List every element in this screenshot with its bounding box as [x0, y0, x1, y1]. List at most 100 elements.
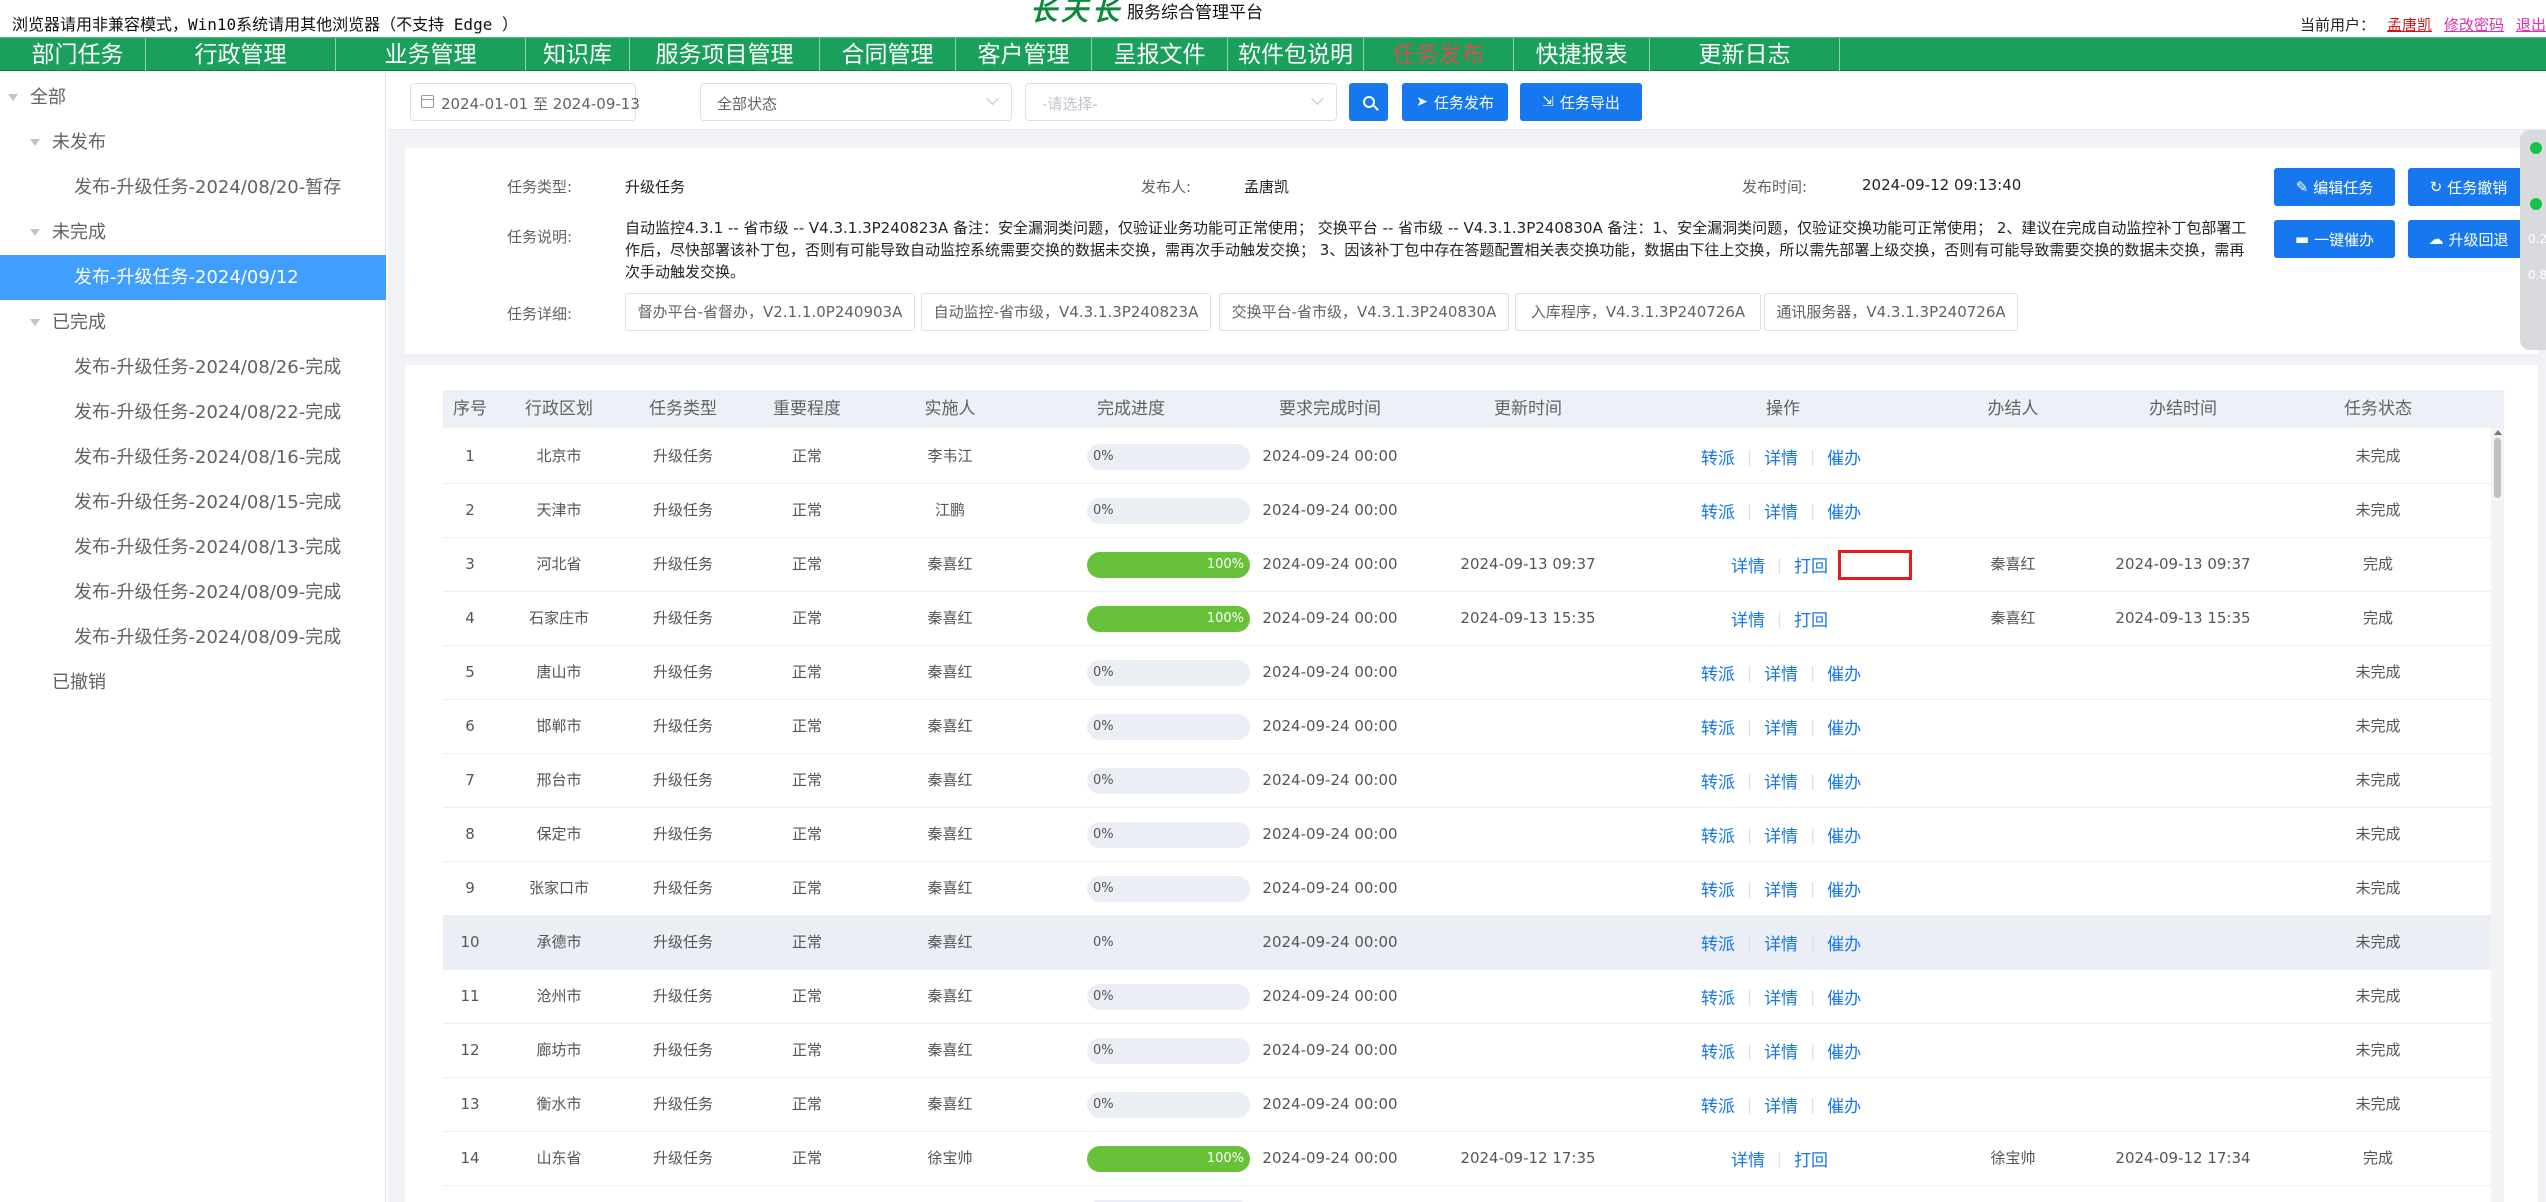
detail-link[interactable]: 详情 [1764, 822, 1798, 847]
urge-link[interactable]: 催办 [1827, 1038, 1861, 1063]
caret-down-icon[interactable] [30, 139, 40, 146]
detail-link[interactable]: 详情 [1731, 1146, 1765, 1171]
table-row[interactable]: 13 衡水市 升级任务 正常 秦喜红 2024-09-24 00:00 未完成 0% 转派 | 详情… [443, 1078, 2491, 1132]
transfer-link[interactable]: 转派 [1701, 1092, 1735, 1117]
current-user-name[interactable]: 孟唐凯 [2387, 14, 2432, 35]
urge-link[interactable]: 催办 [1827, 660, 1861, 685]
transfer-link[interactable]: 转派 [1701, 768, 1735, 793]
nav-item[interactable]: 知识库 [526, 38, 630, 71]
detail-link[interactable]: 详情 [1764, 876, 1798, 901]
nav-item[interactable]: 行政管理 [146, 38, 336, 71]
table-row[interactable]: 12 廊坊市 升级任务 正常 秦喜红 2024-09-24 00:00 未完成 0% 转派 | 详情… [443, 1024, 2491, 1078]
table-row[interactable]: 15济南市升级任务正常王家宾2024-09-24 00:00未完成0%转派|详情… [443, 1186, 2491, 1202]
task-detail-tag[interactable]: 通讯服务器，V4.3.1.3P240726A [1764, 293, 2018, 331]
urge-link[interactable]: 催办 [1827, 714, 1861, 739]
print-link[interactable]: 打回 [1794, 606, 1828, 631]
sidebar-tree-item[interactable]: 发布-升级任务-2024/08/16-完成 [0, 435, 386, 480]
rollback-button[interactable]: ☁ 升级回退 [2408, 220, 2529, 258]
sidebar-tree-item[interactable]: 已撤销 [0, 660, 386, 705]
sidebar-tree-item[interactable]: 未完成 [0, 210, 386, 255]
edit-task-button[interactable]: ✎ 编辑任务 [2274, 168, 2395, 206]
table-row[interactable]: 1 北京市 升级任务 正常 李韦江 2024-09-24 00:00 未完成 0% 转派 | 详情 |… [443, 430, 2491, 484]
detail-link[interactable]: 详情 [1731, 606, 1765, 631]
change-password-link[interactable]: 修改密码 [2444, 14, 2504, 35]
detail-link[interactable]: 详情 [1764, 930, 1798, 955]
transfer-link[interactable]: 转派 [1701, 1038, 1735, 1063]
table-row[interactable]: 4 石家庄市 升级任务 正常 秦喜红 2024-09-24 00:00 2024-09-13… [443, 592, 2491, 646]
nav-item[interactable]: 客户管理 [956, 38, 1092, 71]
nav-item[interactable]: 部门任务 [10, 38, 146, 71]
detail-link[interactable]: 详情 [1764, 984, 1798, 1009]
search-button[interactable] [1349, 83, 1388, 121]
table-row[interactable]: 11 沧州市 升级任务 正常 秦喜红 2024-09-24 00:00 未完成 0% 转派 | 详情… [443, 970, 2491, 1024]
urge-link[interactable]: 催办 [1827, 1092, 1861, 1117]
sidebar-tree-item[interactable]: 发布-升级任务-2024/08/26-完成 [0, 345, 386, 390]
table-row[interactable]: 9 张家口市 升级任务 正常 秦喜红 2024-09-24 00:00 未完成 0% 转派 | 详情… [443, 862, 2491, 916]
urge-link[interactable]: 催办 [1827, 768, 1861, 793]
sidebar-tree-item[interactable]: 发布-升级任务-2024/08/09-完成 [0, 615, 386, 660]
revoke-task-button[interactable]: ↻ 任务撤销 [2408, 168, 2529, 206]
table-row[interactable]: 14 山东省 升级任务 正常 徐宝帅 2024-09-24 00:00 2024-09-12… [443, 1132, 2491, 1186]
sidebar-tree-item[interactable]: 发布-升级任务-2024/08/13-完成 [0, 525, 386, 570]
task-detail-tag[interactable]: 督办平台-省督办，V2.1.1.0P240903A [625, 293, 915, 331]
urge-link[interactable]: 催办 [1827, 822, 1861, 847]
task-detail-tag[interactable]: 入库程序，V4.3.1.3P240726A [1515, 293, 1761, 331]
transfer-link[interactable]: 转派 [1701, 660, 1735, 685]
sidebar-tree-item[interactable]: 未发布 [0, 120, 386, 165]
sidebar-tree-item[interactable]: 发布-升级任务-2024/08/20-暂存 [0, 165, 386, 210]
nav-item[interactable]: 更新日志 [1650, 38, 1840, 71]
caret-down-icon[interactable] [8, 94, 18, 101]
detail-link[interactable]: 详情 [1764, 444, 1798, 469]
status-select[interactable]: 全部状态 [700, 83, 1012, 121]
logout-link[interactable]: 退出 [2516, 14, 2546, 35]
caret-down-icon[interactable] [30, 229, 40, 236]
sidebar-tree-item[interactable]: 发布-升级任务-2024/09/12 [0, 255, 386, 300]
detail-link[interactable]: 详情 [1764, 1038, 1798, 1063]
task-detail-tag[interactable]: 交换平台-省市级，V4.3.1.3P240830A [1219, 293, 1509, 331]
sidebar-tree-item[interactable]: 发布-升级任务-2024/08/22-完成 [0, 390, 386, 435]
sidebar-tree-item[interactable]: 发布-升级任务-2024/08/15-完成 [0, 480, 386, 525]
transfer-link[interactable]: 转派 [1701, 714, 1735, 739]
nav-item[interactable]: 服务项目管理 [630, 38, 820, 71]
table-row[interactable]: 8 保定市 升级任务 正常 秦喜红 2024-09-24 00:00 未完成 0% 转派 | 详情 |… [443, 808, 2491, 862]
urge-link[interactable]: 催办 [1827, 930, 1861, 955]
table-row[interactable]: 6 邯郸市 升级任务 正常 秦喜红 2024-09-24 00:00 未完成 0% 转派 | 详情 |… [443, 700, 2491, 754]
sidebar-tree-item[interactable]: 已完成 [0, 300, 386, 345]
urge-link[interactable]: 催办 [1827, 444, 1861, 469]
nav-item[interactable]: 呈报文件 [1092, 38, 1228, 71]
nav-item[interactable]: 软件包说明 [1228, 38, 1364, 71]
print-link[interactable]: 打回 [1794, 552, 1828, 577]
scroll-up-icon[interactable] [2494, 430, 2502, 435]
detail-link[interactable]: 详情 [1731, 552, 1765, 577]
print-link[interactable]: 打回 [1794, 1146, 1828, 1171]
transfer-link[interactable]: 转派 [1701, 876, 1735, 901]
region-select[interactable]: -请选择- [1025, 83, 1337, 121]
detail-link[interactable]: 详情 [1764, 660, 1798, 685]
detail-link[interactable]: 详情 [1764, 768, 1798, 793]
export-task-button[interactable]: ⇲ 任务导出 [1520, 83, 1642, 121]
table-row[interactable]: 7 邢台市 升级任务 正常 秦喜红 2024-09-24 00:00 未完成 0% 转派 | 详情 |… [443, 754, 2491, 808]
publish-task-button[interactable]: ➤ 任务发布 [1402, 83, 1508, 121]
table-row[interactable]: 2 天津市 升级任务 正常 江鹏 2024-09-24 00:00 未完成 0% 转派 | 详情 | 催… [443, 484, 2491, 538]
urge-link[interactable]: 催办 [1827, 984, 1861, 1009]
sidebar-tree-item[interactable]: 发布-升级任务-2024/08/09-完成 [0, 570, 386, 615]
detail-link[interactable]: 详情 [1764, 498, 1798, 523]
transfer-link[interactable]: 转派 [1701, 822, 1735, 847]
table-row[interactable]: 5 唐山市 升级任务 正常 秦喜红 2024-09-24 00:00 未完成 0% 转派 | 详情 |… [443, 646, 2491, 700]
transfer-link[interactable]: 转派 [1701, 444, 1735, 469]
floating-side-widget[interactable]: 0.2 0.8 [2520, 130, 2546, 350]
table-row[interactable]: 3 河北省 升级任务 正常 秦喜红 2024-09-24 00:00 2024-09-13 … [443, 538, 2491, 592]
sidebar-tree-item[interactable]: 全部 [0, 75, 386, 120]
scroll-thumb[interactable] [2494, 438, 2501, 498]
urge-link[interactable]: 催办 [1827, 498, 1861, 523]
task-detail-tag[interactable]: 自动监控-省市级，V4.3.1.3P240823A [921, 293, 1211, 331]
urge-link[interactable]: 催办 [1827, 876, 1861, 901]
nav-item[interactable]: 任务发布 [1364, 38, 1514, 71]
transfer-link[interactable]: 转派 [1701, 930, 1735, 955]
transfer-link[interactable]: 转派 [1701, 498, 1735, 523]
urge-all-button[interactable]: ▬ 一键催办 [2274, 220, 2395, 258]
nav-item[interactable]: 快捷报表 [1514, 38, 1650, 71]
table-scrollbar[interactable] [2491, 428, 2504, 1202]
detail-link[interactable]: 详情 [1764, 1092, 1798, 1117]
caret-down-icon[interactable] [30, 319, 40, 326]
